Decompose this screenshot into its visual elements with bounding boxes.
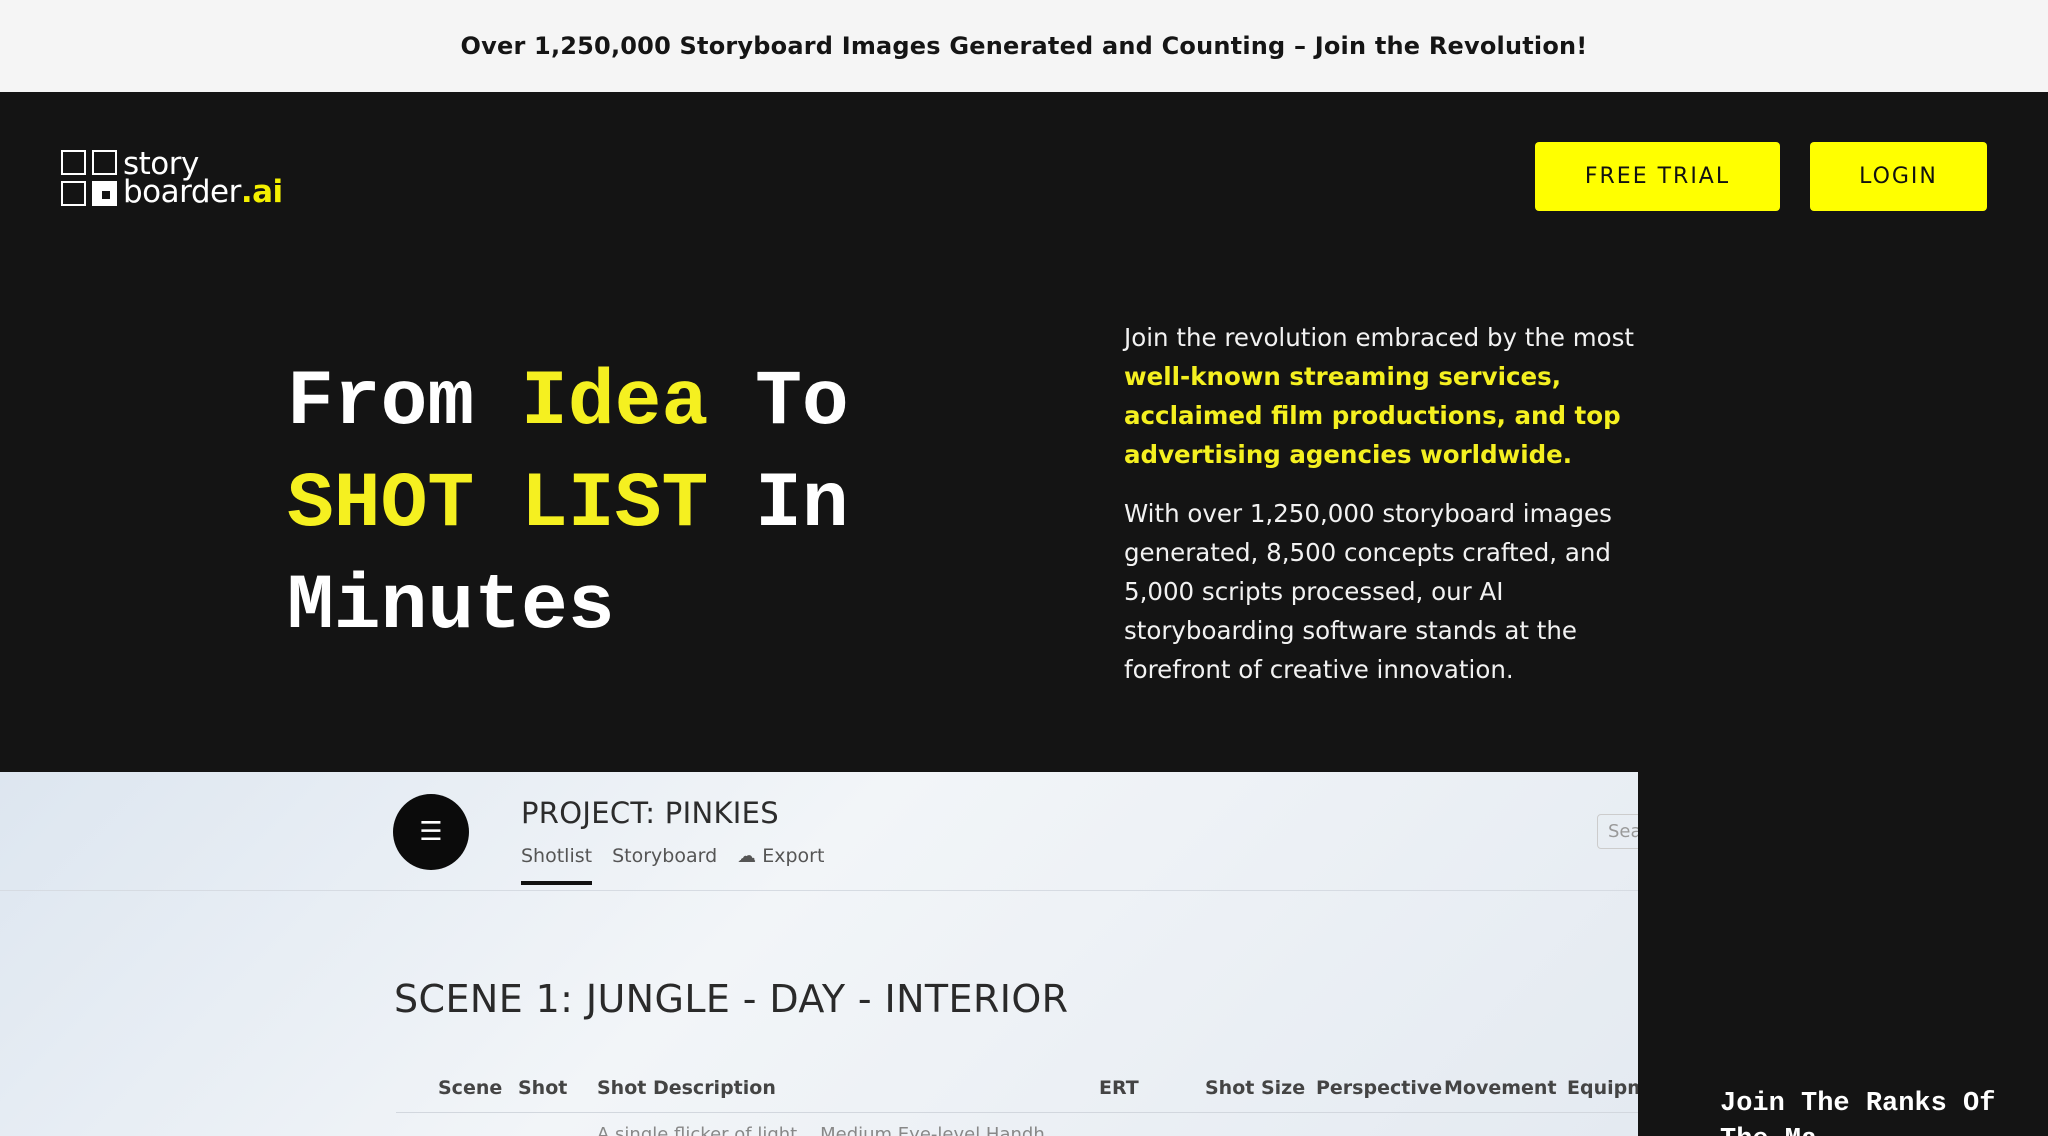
table-divider	[396, 1112, 1638, 1113]
tab-storyboard[interactable]: Storyboard	[612, 845, 717, 885]
table-row[interactable]: A single flicker of light... Medium Eye-…	[597, 1124, 1045, 1136]
logo-wordmark: story boarder.ai	[123, 149, 283, 208]
column-header[interactable]: Shot Size	[1205, 1077, 1305, 1099]
hero-title-part-minutes: Minutes	[287, 563, 615, 651]
column-header[interactable]: Perspective	[1316, 1077, 1442, 1099]
list-icon[interactable]: ☰	[393, 794, 469, 870]
product-screenshot: ☰ PROJECT: PINKIES Shotlist Storyboard ☁…	[0, 772, 1638, 1136]
search-input[interactable]: Sea	[1597, 814, 1638, 849]
hero-paragraph-1-text: Join the revolution embraced by the most	[1124, 323, 1635, 352]
hero-paragraph-2: With over 1,250,000 storyboard images ge…	[1124, 499, 1612, 684]
tab-export[interactable]: ☁ Export	[737, 845, 824, 885]
hero-title-part-shot-list: SHOT LIST	[287, 461, 709, 549]
cloud-icon: ☁	[737, 845, 763, 867]
announcement-text: Over 1,250,000 Storyboard Images Generat…	[460, 32, 1588, 60]
column-header[interactable]: ERT	[1099, 1077, 1139, 1099]
hero-title-part-in: In	[708, 461, 849, 549]
scene-heading: SCENE 1: JUNGLE - DAY - INTERIOR	[394, 977, 1069, 1021]
hero-title-part-to: To	[708, 359, 849, 447]
column-header[interactable]: Scene	[438, 1077, 502, 1099]
project-title: PROJECT: PINKIES	[521, 796, 779, 830]
column-header[interactable]: Equipm	[1567, 1077, 1638, 1099]
logo-line-2: boarder	[123, 174, 241, 210]
side-cta-text: Join The Ranks Of The Ma	[1720, 1089, 1996, 1136]
column-header[interactable]: Movement	[1444, 1077, 1557, 1099]
announcement-bar: Over 1,250,000 Storyboard Images Generat…	[0, 0, 2048, 92]
hero-title-part-from: From	[287, 359, 522, 447]
shotlist-column-headers: Scene Shot Shot Description ERT Shot Siz…	[438, 1077, 1638, 1107]
column-header[interactable]: Shot	[518, 1077, 567, 1099]
login-button[interactable]: LOGIN	[1810, 142, 1987, 211]
hero-description: Join the revolution embraced by the most…	[1124, 318, 1644, 689]
hero-paragraph-1-highlight: well-known streaming services, acclaimed…	[1124, 362, 1621, 469]
tab-shotlist[interactable]: Shotlist	[521, 845, 593, 885]
tab-export-label: Export	[762, 845, 825, 867]
free-trial-button[interactable]: FREE TRIAL	[1535, 142, 1780, 211]
header-divider	[0, 890, 1638, 891]
hero-title-part-idea: Idea	[521, 359, 709, 447]
logo-mark-icon	[61, 150, 117, 206]
hero-paragraph-1: Join the revolution embraced by the most…	[1124, 318, 1644, 474]
project-tabs: Shotlist Storyboard ☁ Export	[521, 845, 824, 885]
column-header[interactable]: Shot Description	[597, 1077, 776, 1099]
hero-title: From Idea To SHOT LIST In Minutes	[287, 352, 947, 658]
logo-ai-suffix: .ai	[240, 174, 283, 210]
logo[interactable]: story boarder.ai	[61, 146, 283, 210]
